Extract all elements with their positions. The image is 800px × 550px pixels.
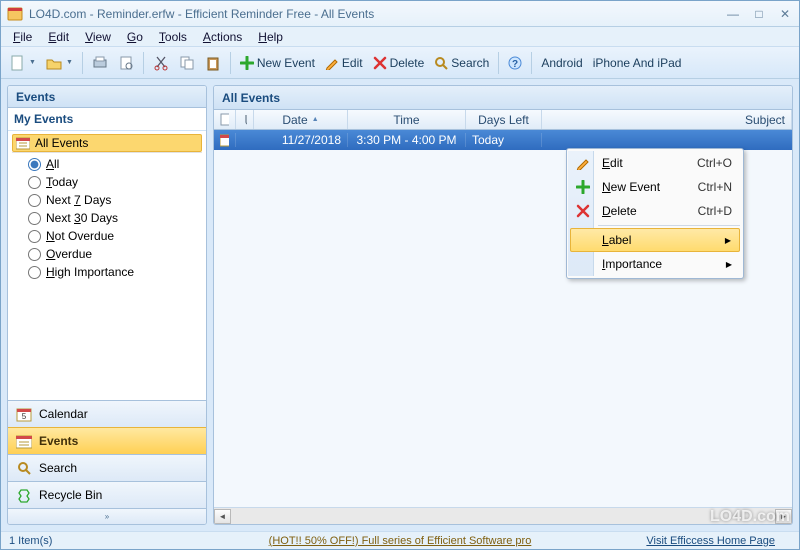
filter-today[interactable]: Today [28,173,198,191]
menu-tools[interactable]: Tools [153,29,193,45]
tb-android[interactable]: Android [537,51,586,75]
tb-printpreview[interactable] [114,51,138,75]
tb-iphone[interactable]: iPhone And iPad [589,51,686,75]
search-icon [16,460,32,476]
menu-file[interactable]: File [7,29,38,45]
content-pane: All Events Date▲ Time Days Left Subject … [213,85,793,525]
cell-time: 3:30 PM - 4:00 PM [348,133,466,147]
titlebar: LO4D.com - Reminder.erfw - Efficient Rem… [1,1,799,27]
pencil-icon [325,56,339,70]
statusbars: 1 Item(s) (HOT!! 50% OFF!) Full series o… [1,531,799,549]
submenu-arrow-icon: ▶ [725,236,739,245]
tb-delete[interactable]: Delete [369,51,429,75]
sidebar: Events My Events All Events All Today Ne… [7,85,207,525]
svg-text:?: ? [512,59,518,70]
horizontal-scrollbar[interactable]: ◄► [214,507,792,524]
tb-help[interactable]: ? [504,51,526,75]
nav-calendar[interactable]: 5 Calendar [8,400,206,427]
sidebar-nav: 5 Calendar Events Search Recycle Bin » [8,400,206,524]
col-subject[interactable]: Subject [542,110,792,129]
tb-print[interactable] [88,51,112,75]
nav-events[interactable]: Events [8,427,206,454]
toolbar: ▼ ▼ New Event Edit Delete Search ? Andro… [1,47,799,79]
tb-open[interactable]: ▼ [42,51,77,75]
status-home-link[interactable]: Visit Efficcess Home Page [646,535,775,547]
event-row-icon [220,133,229,147]
filter-not-overdue[interactable]: Not Overdue [28,227,198,245]
cell-days: Today [466,133,542,147]
context-menu: EditCtrl+O New EventCtrl+N DeleteCtrl+D [566,148,744,279]
sort-asc-icon: ▲ [312,116,319,123]
menubar: File Edit View Go Tools Actions Help [1,27,799,47]
calendar-icon: 5 [16,406,32,422]
svg-text:5: 5 [22,412,27,421]
grid-header: Date▲ Time Days Left Subject [214,110,792,130]
menu-edit[interactable]: Edit [42,29,75,45]
cross-icon [576,204,590,218]
cross-icon [373,56,387,70]
ctx-delete[interactable]: DeleteCtrl+D [570,199,740,223]
app-window: LO4D.com - Reminder.erfw - Efficient Rem… [0,0,800,550]
app-icon [7,6,23,22]
table-row[interactable]: 11/27/2018 3:30 PM - 4:00 PM Today [214,130,792,150]
sidebar-collapse[interactable]: » [8,508,206,524]
col-date[interactable]: Date▲ [254,110,348,129]
ctx-importance[interactable]: Importance▶ [570,252,740,276]
plus-icon [240,56,254,70]
close-button[interactable]: ✕ [777,6,793,22]
sidebar-tree: All Events All Today Next 7 Days Next 30… [8,131,206,400]
tb-new-doc[interactable]: ▼ [5,51,40,75]
status-item-count: 1 Item(s) [9,535,52,547]
recycle-icon [16,487,32,503]
plus-icon [576,180,590,194]
ctx-sep [598,225,740,226]
sidebar-tree-all-events[interactable]: All Events [12,134,202,152]
menu-go[interactable]: Go [121,29,149,45]
filter-all[interactable]: All [28,155,198,173]
status-promo-link[interactable]: (HOT!! 50% OFF!) Full series of Efficien… [269,535,532,547]
ctx-new-event[interactable]: New EventCtrl+N [570,175,740,199]
content-title: All Events [214,86,792,110]
paperclip-icon [242,113,247,126]
col-days[interactable]: Days Left [466,110,542,129]
window-title: LO4D.com - Reminder.erfw - Efficient Rem… [29,7,725,21]
filter-next30[interactable]: Next 30 Days [28,209,198,227]
maximize-button[interactable]: □ [751,6,767,22]
pencil-icon [576,156,590,170]
col-time[interactable]: Time [348,110,466,129]
col-icon[interactable] [214,110,236,129]
events-grid: Date▲ Time Days Left Subject 11/27/2018 … [214,110,792,524]
ctx-edit[interactable]: EditCtrl+O [570,151,740,175]
tb-paste[interactable] [201,51,225,75]
sidebar-filters: All Today Next 7 Days Next 30 Days Not O… [12,152,202,283]
tb-new-event[interactable]: New Event [236,51,319,75]
events-icon [16,433,32,449]
sidebar-header: Events [8,86,206,108]
menu-actions[interactable]: Actions [197,29,248,45]
ctx-label[interactable]: Label▶ [570,228,740,252]
cell-date: 11/27/2018 [254,133,348,147]
sidebar-group-label: My Events [8,108,206,131]
grid-body[interactable]: 11/27/2018 3:30 PM - 4:00 PM Today EditC… [214,130,792,507]
submenu-arrow-icon: ▶ [726,260,740,269]
col-attachment[interactable] [236,110,254,129]
main-area: Events My Events All Events All Today Ne… [1,79,799,531]
menu-view[interactable]: View [79,29,117,45]
menu-help[interactable]: Help [252,29,289,45]
tb-cut[interactable] [149,51,173,75]
filter-high-importance[interactable]: High Importance [28,263,198,281]
filter-next7[interactable]: Next 7 Days [28,191,198,209]
tb-copy[interactable] [175,51,199,75]
minimize-button[interactable]: — [725,6,741,22]
filter-overdue[interactable]: Overdue [28,245,198,263]
tb-edit[interactable]: Edit [321,51,367,75]
events-icon [16,136,30,150]
tb-search[interactable]: Search [430,51,493,75]
nav-recycle[interactable]: Recycle Bin [8,481,206,508]
magnifier-icon [434,56,448,70]
nav-search[interactable]: Search [8,454,206,481]
